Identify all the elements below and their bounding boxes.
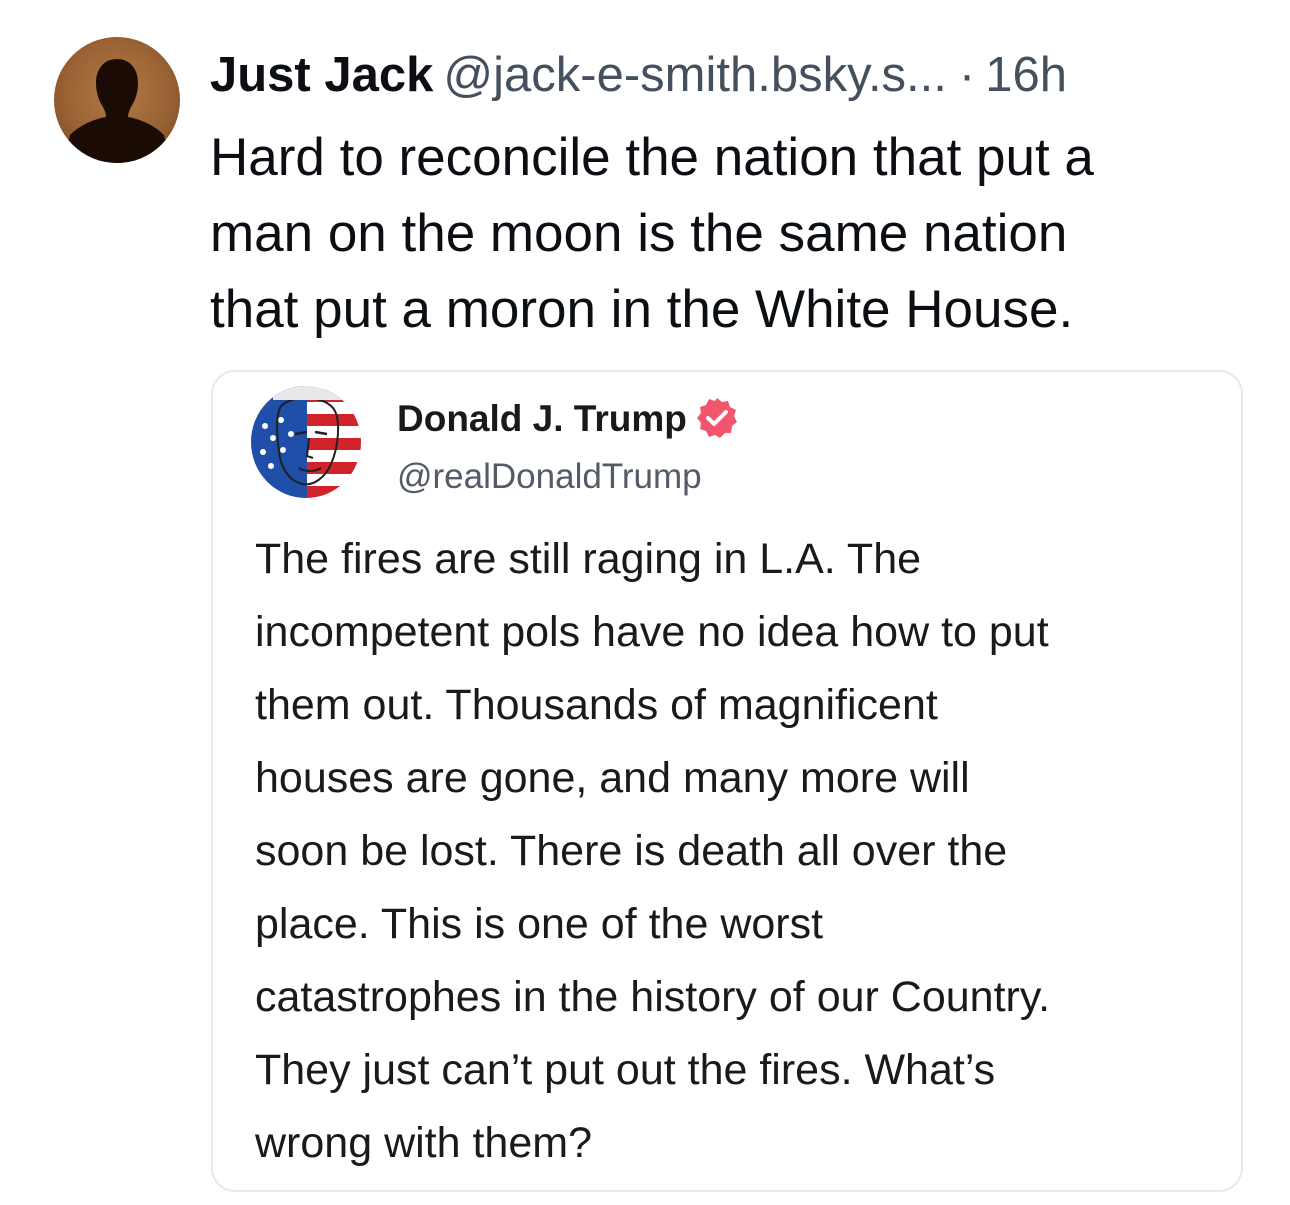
quoted-text-line: them out. Thousands of magnificent bbox=[255, 681, 938, 729]
author-display-name[interactable]: Just Jack bbox=[210, 48, 433, 102]
post-text: Hard to reconcile the nation that put a … bbox=[210, 120, 1260, 348]
quoted-text-line: wrong with them? bbox=[255, 1119, 592, 1167]
quoted-text-line: houses are gone, and many more will bbox=[255, 754, 970, 802]
post-text-line: Hard to reconcile the nation that put a bbox=[210, 128, 1094, 187]
post: Just Jack @jack-e-smith.bsky.s... · 16h Har… bbox=[0, 0, 1290, 1205]
quoted-text-line: soon be lost. There is death all over th… bbox=[255, 827, 1008, 875]
post-header: Just Jack @jack-e-smith.bsky.s... · 16h bbox=[210, 40, 1067, 110]
quoted-post-card[interactable]: Donald J. Trump @realDonaldTrump The fir… bbox=[211, 370, 1243, 1192]
verified-badge-icon bbox=[695, 396, 739, 440]
quoted-text-line: They just can’t put out the fires. What’… bbox=[255, 1046, 996, 1094]
silhouette-avatar-icon bbox=[64, 59, 170, 163]
quoted-text-line: The fires are still raging in L.A. The bbox=[255, 535, 922, 583]
quoted-text-line: incompetent pols have no idea how to put bbox=[255, 608, 1049, 656]
quoted-text-line: catastrophes in the history of our Count… bbox=[255, 973, 1051, 1021]
quoted-author-avatar[interactable] bbox=[251, 386, 361, 498]
author-handle[interactable]: @jack-e-smith.bsky.s... bbox=[443, 48, 947, 102]
post-text-line: man on the moon is the same nation bbox=[210, 204, 1068, 263]
quoted-post-text: The fires are still raging in L.A. The i… bbox=[255, 523, 1225, 1180]
author-avatar[interactable] bbox=[54, 37, 180, 163]
post-text-line: that put a moron in the White House. bbox=[210, 280, 1074, 339]
separator-dot: · bbox=[958, 48, 976, 102]
quoted-author-handle[interactable]: @realDonaldTrump bbox=[397, 452, 702, 502]
quoted-author-display-name[interactable]: Donald J. Trump bbox=[397, 394, 687, 444]
flag-face-avatar-icon bbox=[251, 386, 361, 498]
quoted-text-line: place. This is one of the worst bbox=[255, 900, 824, 948]
post-timestamp[interactable]: 16h bbox=[985, 48, 1067, 102]
